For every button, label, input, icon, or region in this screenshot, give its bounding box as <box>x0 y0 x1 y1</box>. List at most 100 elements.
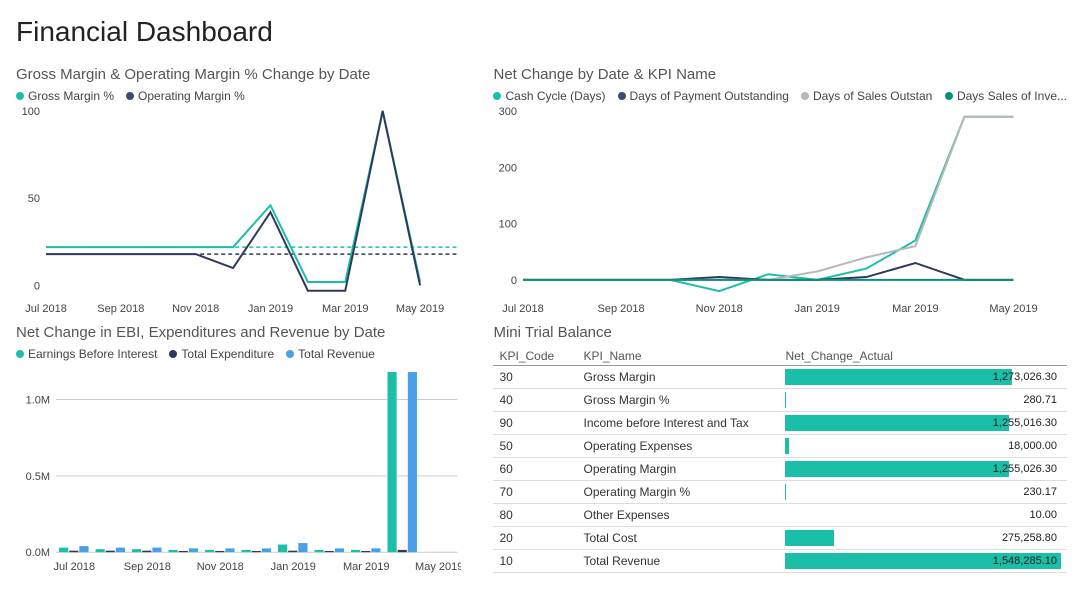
cell-code: 50 <box>493 435 577 458</box>
svg-text:0.0M: 0.0M <box>26 547 50 559</box>
cell-net: 280.71 <box>779 389 1067 412</box>
svg-text:Mar 2019: Mar 2019 <box>343 561 389 573</box>
svg-text:Jul 2018: Jul 2018 <box>25 303 67 315</box>
cell-code: 30 <box>493 366 577 389</box>
chart-title-trial: Mini Trial Balance <box>493 324 1067 341</box>
svg-text:Jul 2018: Jul 2018 <box>54 561 96 573</box>
cell-name: Operating Expenses <box>577 435 779 458</box>
cell-code: 60 <box>493 458 577 481</box>
svg-text:Sep 2018: Sep 2018 <box>598 303 645 315</box>
table-row[interactable]: 30Gross Margin1,273,026.30 <box>493 366 1067 389</box>
cell-name: Operating Margin % <box>577 481 779 504</box>
chart-area-ebi[interactable]: 0.0M 0.5M 1.0M Jul 2018 Sep 2018 Nov 2018 Jan … <box>16 365 461 574</box>
panel-ebi: Net Change in EBI, Expenditures and Reve… <box>16 324 461 574</box>
cell-net: 275,258.80 <box>779 527 1067 550</box>
dot-icon <box>169 350 177 358</box>
legend-item[interactable]: Days Sales of Inve... <box>945 89 1067 103</box>
legend-item[interactable]: Cash Cycle (Days) <box>493 89 605 103</box>
cell-net: 10.00 <box>779 504 1067 527</box>
svg-text:Jul 2018: Jul 2018 <box>503 303 545 315</box>
cell-name: Operating Margin <box>577 458 779 481</box>
legend-item[interactable]: Total Expenditure <box>169 347 274 361</box>
legend-item[interactable]: Gross Margin % <box>16 89 114 103</box>
table-row[interactable]: 70Operating Margin %230.17 <box>493 481 1067 504</box>
legend-item[interactable]: Total Revenue <box>286 347 375 361</box>
svg-text:200: 200 <box>499 162 517 174</box>
legend-ebi: Earnings Before Interest Total Expenditu… <box>16 347 461 361</box>
cell-code: 70 <box>493 481 577 504</box>
cell-name: Gross Margin % <box>577 389 779 412</box>
cell-code: 80 <box>493 504 577 527</box>
svg-text:Mar 2019: Mar 2019 <box>322 303 368 315</box>
dot-icon <box>126 92 134 100</box>
table-row[interactable]: 80Other Expenses10.00 <box>493 504 1067 527</box>
legend-item[interactable]: Days of Sales Outstandi... <box>801 89 933 103</box>
svg-text:0.5M: 0.5M <box>26 471 50 483</box>
panel-netkpi: Net Change by Date & KPI Name Cash Cycle… <box>493 66 1067 316</box>
svg-text:Nov 2018: Nov 2018 <box>197 561 244 573</box>
svg-text:Nov 2018: Nov 2018 <box>696 303 743 315</box>
svg-text:Mar 2019: Mar 2019 <box>893 303 939 315</box>
dot-icon <box>16 92 24 100</box>
legend-item[interactable]: Earnings Before Interest <box>16 347 157 361</box>
svg-text:0: 0 <box>34 280 40 292</box>
svg-text:May 2019: May 2019 <box>415 561 461 573</box>
cell-name: Total Revenue <box>577 550 779 573</box>
panel-margin: Gross Margin & Operating Margin % Change… <box>16 66 461 316</box>
panel-trial: Mini Trial Balance KPI_Code KPI_Name Net… <box>493 324 1067 574</box>
chart-title-margin: Gross Margin & Operating Margin % Change… <box>16 66 461 83</box>
table-row[interactable]: 40Gross Margin %280.71 <box>493 389 1067 412</box>
table-row[interactable]: 50Operating Expenses18,000.00 <box>493 435 1067 458</box>
svg-text:100: 100 <box>499 219 517 231</box>
th-net[interactable]: Net_Change_Actual <box>779 347 1067 366</box>
svg-text:May 2019: May 2019 <box>990 303 1038 315</box>
dot-icon <box>945 92 953 100</box>
svg-text:1.0M: 1.0M <box>26 394 50 406</box>
th-name[interactable]: KPI_Name <box>577 347 779 366</box>
cell-net: 1,255,026.30 <box>779 458 1067 481</box>
table-row[interactable]: 90Income before Interest and Tax1,255,01… <box>493 412 1067 435</box>
dot-icon <box>286 350 294 358</box>
legend-netkpi: Cash Cycle (Days) Days of Payment Outsta… <box>493 89 1067 103</box>
cell-net: 230.17 <box>779 481 1067 504</box>
svg-text:Jan 2019: Jan 2019 <box>248 303 293 315</box>
svg-text:Jan 2019: Jan 2019 <box>795 303 840 315</box>
chart-area-netkpi[interactable]: 0 100 200 300 Jul 2018 Sep 2018 Nov 2018 Jan 20… <box>493 107 1067 316</box>
chart-area-margin[interactable]: 0 50 100 Jul 2018 Sep 2018 Nov 2018 Jan 2019 Ma… <box>16 107 461 316</box>
cell-net: 1,255,016.30 <box>779 412 1067 435</box>
cell-net: 1,548,285.10 <box>779 550 1067 573</box>
legend-item[interactable]: Days of Payment Outstanding <box>618 89 789 103</box>
svg-text:Nov 2018: Nov 2018 <box>172 303 219 315</box>
chart-title-ebi: Net Change in EBI, Expenditures and Reve… <box>16 324 461 341</box>
cell-code: 10 <box>493 550 577 573</box>
dot-icon <box>801 92 809 100</box>
cell-code: 20 <box>493 527 577 550</box>
svg-text:300: 300 <box>499 107 517 118</box>
cell-net: 1,273,026.30 <box>779 366 1067 389</box>
table-row[interactable]: 10Total Revenue1,548,285.10 <box>493 550 1067 573</box>
th-code[interactable]: KPI_Code <box>493 347 577 366</box>
svg-text:100: 100 <box>22 107 40 118</box>
svg-text:0: 0 <box>511 275 517 287</box>
dot-icon <box>618 92 626 100</box>
page-title: Financial Dashboard <box>16 16 1067 48</box>
legend-margin: Gross Margin % Operating Margin % <box>16 89 461 103</box>
svg-text:Sep 2018: Sep 2018 <box>97 303 144 315</box>
legend-item[interactable]: Operating Margin % <box>126 89 245 103</box>
dot-icon <box>16 350 24 358</box>
cell-name: Other Expenses <box>577 504 779 527</box>
cell-name: Total Cost <box>577 527 779 550</box>
table-row[interactable]: 20Total Cost275,258.80 <box>493 527 1067 550</box>
svg-text:Jan 2019: Jan 2019 <box>271 561 316 573</box>
cell-code: 90 <box>493 412 577 435</box>
svg-text:May 2019: May 2019 <box>396 303 444 315</box>
table-row[interactable]: 60Operating Margin1,255,026.30 <box>493 458 1067 481</box>
svg-text:50: 50 <box>28 193 40 205</box>
cell-net: 18,000.00 <box>779 435 1067 458</box>
cell-name: Gross Margin <box>577 366 779 389</box>
cell-name: Income before Interest and Tax <box>577 412 779 435</box>
dot-icon <box>493 92 501 100</box>
trial-table[interactable]: KPI_Code KPI_Name Net_Change_Actual 30Gr… <box>493 347 1067 573</box>
svg-text:Sep 2018: Sep 2018 <box>124 561 171 573</box>
chart-title-netkpi: Net Change by Date & KPI Name <box>493 66 1067 83</box>
